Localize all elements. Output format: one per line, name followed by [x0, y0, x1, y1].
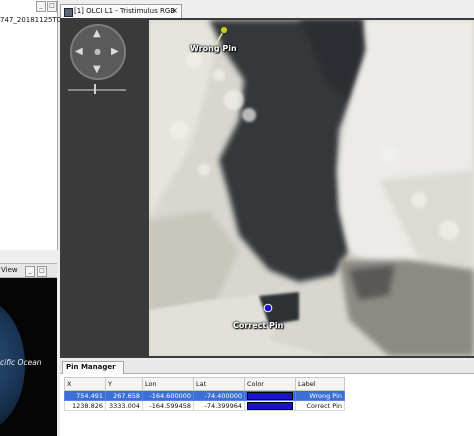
pan-right-icon[interactable]: ▶	[111, 47, 119, 57]
world-view-header: View _ □	[0, 263, 57, 278]
pin-lat-cell[interactable]: -74.399964	[193, 400, 245, 411]
pan-down-icon[interactable]: ▼	[93, 65, 101, 75]
correct-pin-marker[interactable]	[262, 302, 274, 314]
minimize-world-view-button[interactable]: _	[25, 266, 35, 277]
column-header-label[interactable]: Label	[295, 377, 345, 391]
ocean-label: cific Ocean	[0, 358, 42, 367]
satellite-image-render	[149, 20, 474, 356]
satellite-image[interactable]: Wrong Pin Correct Pin	[149, 20, 474, 356]
pin-manager-tab[interactable]: Pin Manager	[62, 361, 124, 374]
image-view-tab[interactable]: [1] OLCI L1 - Tristimulus RGB ×	[60, 4, 182, 18]
wrong-pin-label: Wrong Pin	[190, 44, 237, 53]
column-header-lat[interactable]: Lat	[193, 377, 245, 391]
pan-left-icon[interactable]: ◀	[75, 47, 83, 57]
pin-table-header-row: X Y Lon Lat Color Label	[64, 377, 345, 391]
image-view-icon	[64, 8, 73, 17]
pin-color-cell[interactable]	[244, 390, 296, 401]
pin-color-cell[interactable]	[244, 400, 296, 411]
color-swatch	[247, 401, 293, 410]
pin-lat-cell[interactable]: -74.400000	[193, 390, 245, 401]
pin-x-cell[interactable]: 1238.826	[64, 400, 106, 411]
column-header-x[interactable]: X	[64, 377, 106, 391]
pin-label-cell[interactable]: Correct Pin	[295, 400, 345, 411]
pin-table: X Y Lon Lat Color Label 754.491 267.658 …	[64, 377, 345, 411]
pin-label-cell[interactable]: Wrong Pin	[295, 390, 345, 401]
panel-controls: _ □	[32, 1, 57, 12]
zoom-slider-handle[interactable]	[94, 84, 96, 94]
world-view-globe[interactable]: cific Ocean	[0, 278, 57, 436]
product-explorer-panel: _ □ 747_20181125T024	[0, 0, 70, 250]
close-icon[interactable]: ×	[171, 6, 178, 15]
color-swatch	[247, 391, 293, 400]
center-dot-icon: ●	[94, 47, 101, 56]
column-header-lon[interactable]: Lon	[142, 377, 194, 391]
column-header-y[interactable]: Y	[105, 377, 143, 391]
pan-up-icon[interactable]: ▲	[93, 29, 101, 39]
pin-lon-cell[interactable]: -164.599458	[142, 400, 194, 411]
image-view-tab-title: [1] OLCI L1 - Tristimulus RGB	[74, 7, 176, 15]
pin-y-cell[interactable]: 267.658	[105, 390, 143, 401]
table-row[interactable]: 1238.826 3333.004 -164.599458 -74.399964…	[64, 400, 345, 411]
maximize-panel-button[interactable]: □	[47, 1, 57, 12]
pin-manager-tab-label: Pin Manager	[66, 363, 116, 371]
maximize-world-view-button[interactable]: □	[37, 266, 47, 277]
correct-pin-label: Correct Pin	[233, 321, 284, 330]
pin-lon-cell[interactable]: -164.600000	[142, 390, 194, 401]
minimize-panel-button[interactable]: _	[36, 1, 46, 12]
zoom-slider[interactable]	[68, 89, 126, 91]
world-view-tab-label[interactable]: View	[1, 266, 18, 274]
table-row[interactable]: 754.491 267.658 -164.600000 -74.400000 W…	[64, 390, 345, 401]
pin-x-cell[interactable]: 754.491	[64, 390, 106, 401]
column-header-color[interactable]: Color	[244, 377, 296, 391]
pan-control-wheel[interactable]: ▲ ▼ ◀ ▶ ●	[70, 24, 126, 80]
pin-y-cell[interactable]: 3333.004	[105, 400, 143, 411]
